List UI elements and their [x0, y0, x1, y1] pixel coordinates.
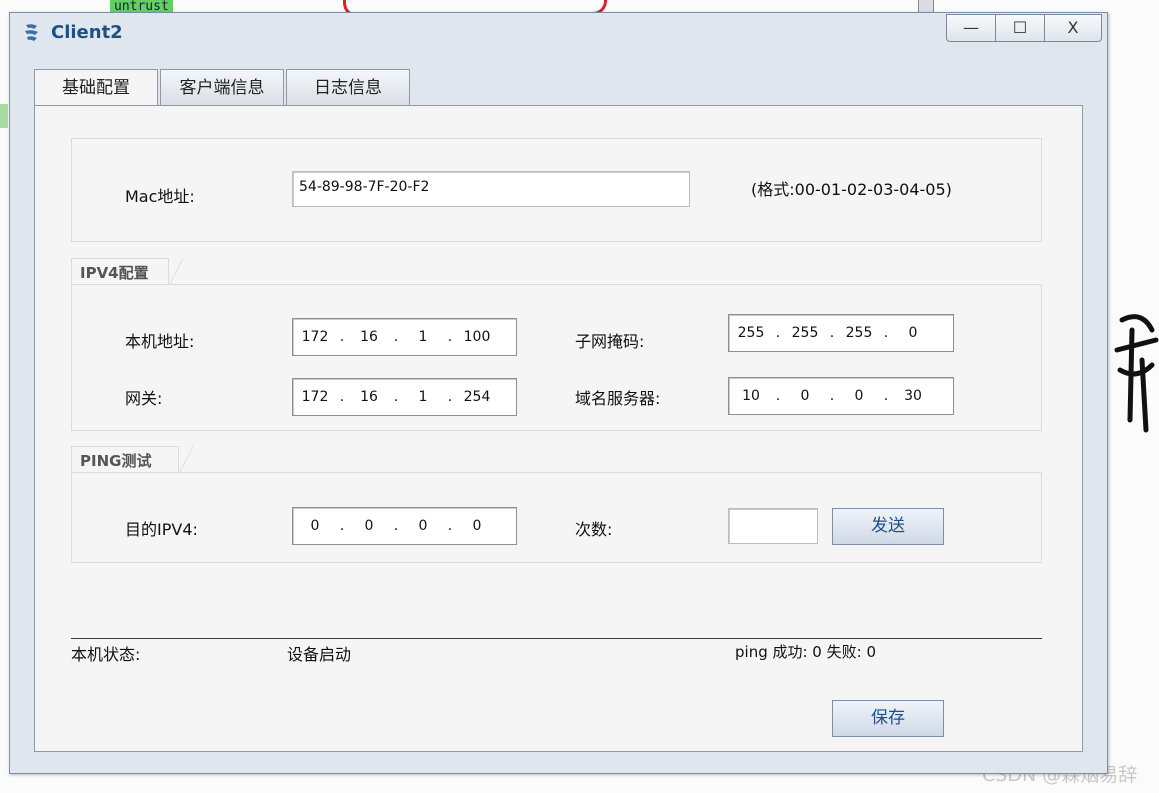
ip-octet: 255	[845, 325, 873, 341]
ip-octet: 30	[904, 388, 922, 404]
dest-ipv4-label: 目的IPV4:	[125, 520, 198, 539]
mac-value: 54-89-98-7F-20-F2	[299, 179, 430, 195]
ip-octet: 0	[854, 388, 864, 404]
ink-brush-decoration	[1114, 314, 1159, 433]
ip-octet: 255	[791, 325, 819, 341]
ping-result-text: ping 成功: 0 失败: 0	[735, 643, 876, 661]
status-divider	[71, 638, 1042, 639]
ip-octet: 0	[908, 325, 918, 341]
mac-label: Mac地址:	[125, 187, 195, 206]
ip-octet: 16	[360, 389, 378, 405]
save-button[interactable]: 保存	[832, 700, 944, 737]
dest-ipv4-input[interactable]: 0. 0. 0. 0	[292, 507, 517, 545]
mac-format-hint: (格式:00-01-02-03-04-05)	[751, 180, 952, 199]
tab-client-info[interactable]: 客户端信息	[160, 69, 284, 106]
tab-log-info[interactable]: 日志信息	[286, 69, 410, 106]
maximize-button[interactable]: ☐	[995, 14, 1045, 42]
mac-input[interactable]: 54-89-98-7F-20-F2	[292, 171, 690, 207]
dns-input[interactable]: 10. 0. 0. 30	[728, 377, 954, 415]
ip-octet: 254	[463, 389, 491, 405]
dns-label: 域名服务器:	[575, 389, 661, 408]
local-ip-label: 本机地址:	[125, 332, 195, 351]
client-app-icon	[25, 24, 38, 41]
ip-octet: 100	[463, 329, 491, 345]
ip-octet: 172	[301, 329, 329, 345]
gateway-label: 网关:	[125, 389, 163, 408]
ip-octet: 1	[418, 329, 428, 345]
title-bar[interactable]: Client2 — ☐ X	[10, 13, 1107, 51]
subnet-mask-input[interactable]: 255. 255. 255. 0	[728, 314, 954, 352]
tab-basic-config[interactable]: 基础配置	[34, 69, 158, 107]
status-value: 设备启动	[287, 645, 352, 664]
ip-octet: 0	[364, 518, 374, 534]
send-button[interactable]: 发送	[832, 508, 944, 545]
ipv4-group-title: IPV4配置	[71, 258, 183, 287]
subnet-mask-label: 子网掩码:	[575, 332, 645, 351]
ip-octet: 16	[360, 329, 378, 345]
client2-window: Client2 — ☐ X 基础配置 客户端信息 日志信息 Mac地址: 54-…	[9, 12, 1108, 774]
ip-octet: 172	[301, 389, 329, 405]
ping-group-title: PING测试	[71, 446, 193, 475]
ip-octet: 0	[310, 518, 320, 534]
window-title: Client2	[51, 22, 123, 43]
local-ip-input[interactable]: 172. 16. 1. 100	[292, 318, 517, 356]
ping-count-label: 次数:	[575, 520, 613, 539]
topology-device-partial	[0, 60, 8, 130]
ip-octet: 0	[472, 518, 482, 534]
status-label: 本机状态:	[71, 645, 141, 664]
basic-config-panel: Mac地址: 54-89-98-7F-20-F2 (格式:00-01-02-03…	[34, 105, 1083, 752]
ip-octet: 1	[418, 389, 428, 405]
ip-octet: 0	[800, 388, 810, 404]
minimize-button[interactable]: —	[946, 14, 996, 42]
close-button[interactable]: X	[1044, 14, 1102, 42]
ip-octet: 0	[418, 518, 428, 534]
gateway-input[interactable]: 172. 16. 1. 254	[292, 378, 517, 416]
ping-count-input[interactable]	[728, 508, 818, 544]
ip-octet: 10	[742, 388, 760, 404]
ip-octet: 255	[737, 325, 765, 341]
